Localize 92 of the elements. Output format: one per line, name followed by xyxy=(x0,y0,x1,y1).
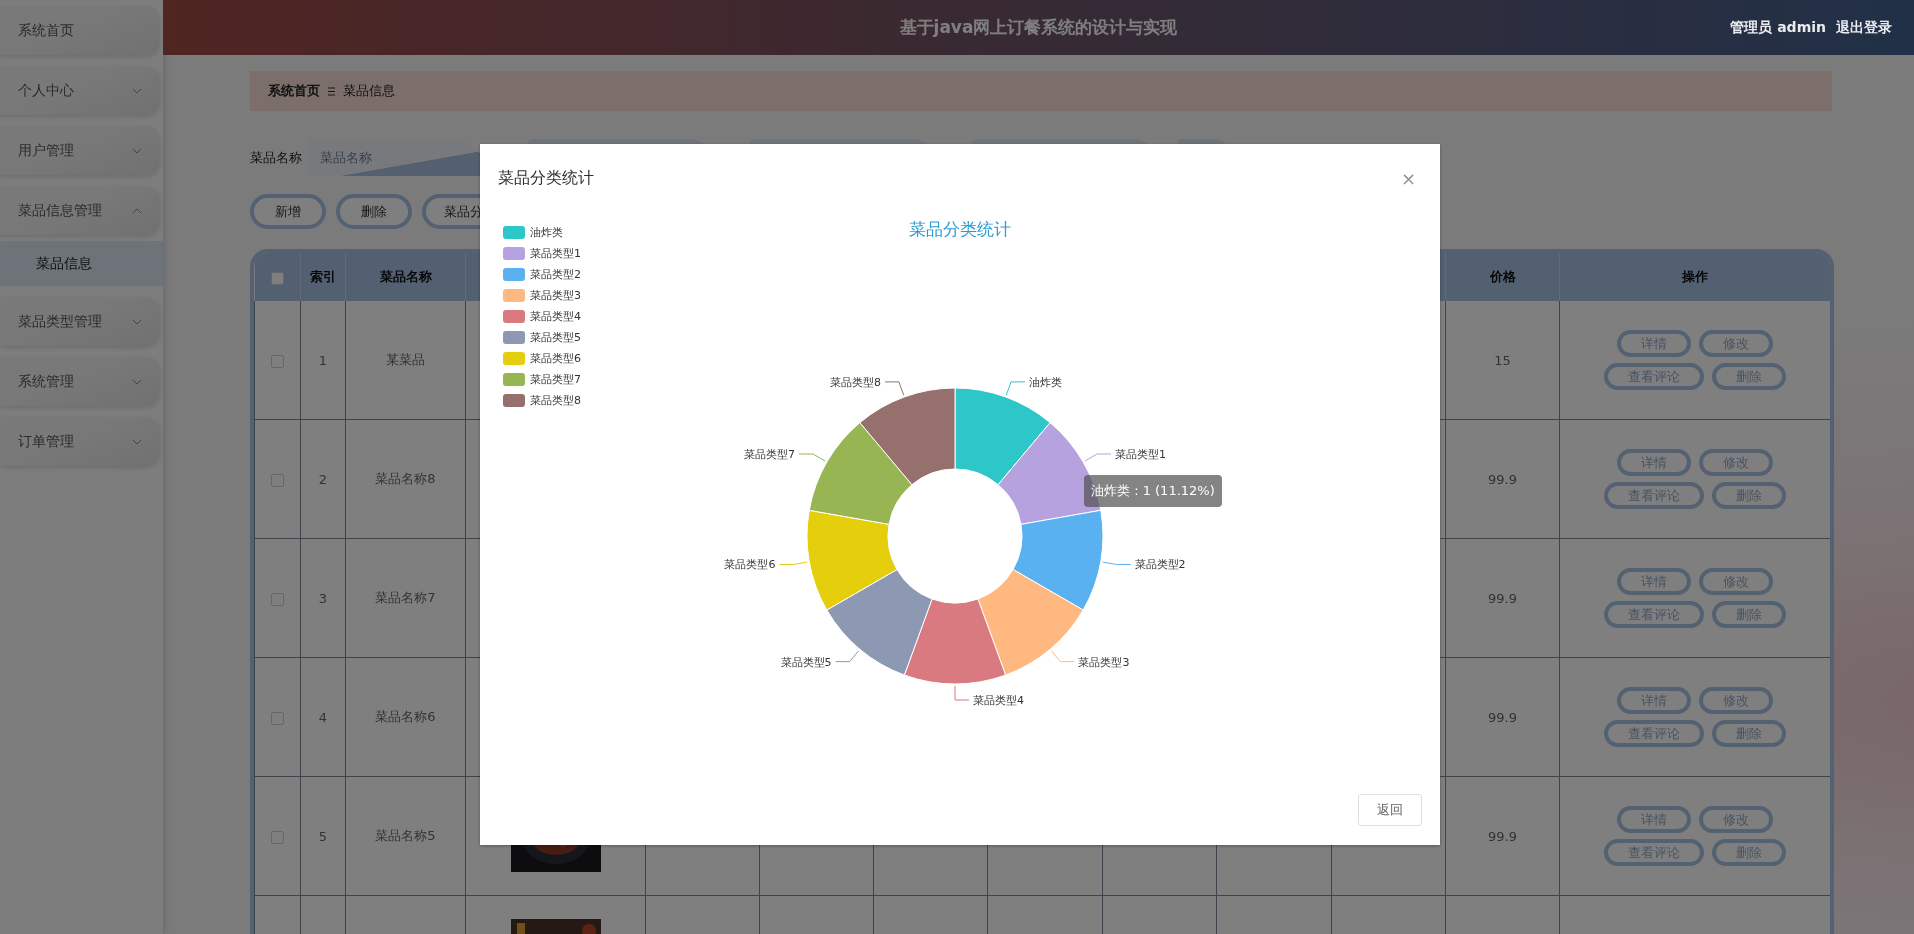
legend-label[interactable]: 菜品类型8 xyxy=(530,392,581,408)
sidebar-label: 系统首页 xyxy=(18,21,74,40)
row-action-button[interactable]: 修改 xyxy=(1699,806,1773,833)
dish-name: 菜品名称6 xyxy=(375,709,436,724)
dish-name: 某菜品 xyxy=(386,352,425,367)
column-header: 菜品名称 xyxy=(379,269,432,284)
chevron-down-icon xyxy=(132,378,142,385)
legend-label[interactable]: 菜品类型1 xyxy=(530,245,581,261)
price-text: 99.9 xyxy=(1488,709,1517,725)
sidebar-label: 菜品信息管理 xyxy=(18,201,102,220)
index-text: 4 xyxy=(318,709,328,725)
slice-label: 油炸类 xyxy=(1029,375,1063,389)
sidebar-subitem[interactable]: 菜品信息 xyxy=(0,241,163,286)
leader-line xyxy=(1102,561,1131,565)
column-header: 价格 xyxy=(1489,269,1516,284)
row-action-button[interactable]: 修改 xyxy=(1699,449,1773,476)
legend-label[interactable]: 菜品类型7 xyxy=(530,371,581,387)
back-button[interactable]: 返回 xyxy=(1358,794,1422,826)
breadcrumb-item[interactable]: 系统首页 xyxy=(268,82,320,100)
logout-link[interactable]: 退出登录 xyxy=(1836,18,1892,37)
index-text: 1 xyxy=(318,352,328,368)
toolbar-button[interactable]: 删除 xyxy=(336,194,412,229)
row-action-button[interactable]: 修改 xyxy=(1699,687,1773,714)
sidebar-item[interactable]: 菜品类型管理 xyxy=(0,297,160,346)
dish-name: 菜品名称7 xyxy=(375,590,436,605)
row-action-button[interactable]: 修改 xyxy=(1699,330,1773,357)
slice-label: 菜品类型5 xyxy=(780,655,832,669)
legend-label[interactable]: 菜品类型6 xyxy=(530,350,581,366)
row-checkbox[interactable] xyxy=(271,473,284,487)
chevron-down-icon xyxy=(132,438,142,445)
slice-label: 菜品类型2 xyxy=(1134,558,1186,572)
legend-label[interactable]: 菜品类型4 xyxy=(530,308,581,324)
chevron-down-icon xyxy=(132,318,142,325)
leader-line xyxy=(1050,650,1075,663)
price-text: 99.9 xyxy=(1488,471,1517,487)
sidebar-item[interactable]: 用户管理 xyxy=(0,126,160,175)
slice-label: 菜品类型3 xyxy=(1078,655,1130,669)
slice-label: 菜品类型1 xyxy=(1115,448,1167,461)
dialog-title: 菜品分类统计 xyxy=(498,167,594,189)
sidebar-item[interactable]: 个人中心 xyxy=(0,66,160,115)
price-text: 15 xyxy=(1494,352,1511,368)
field-label: 菜品名称 xyxy=(250,148,302,167)
sidebar-label: 菜品类型管理 xyxy=(18,312,102,331)
row-action-button[interactable]: 修改 xyxy=(1699,568,1773,595)
legend-label[interactable]: 菜品类型5 xyxy=(530,329,581,345)
close-button[interactable]: × xyxy=(1398,167,1418,189)
sidebar-item[interactable]: 菜品信息管理 xyxy=(0,186,160,235)
sidebar-item[interactable]: 系统首页 xyxy=(0,6,160,55)
legend-label[interactable]: 油炸类 xyxy=(530,224,563,240)
column-header: 操作 xyxy=(1682,269,1708,284)
sidebar-item[interactable]: 订单管理 xyxy=(0,417,160,466)
leader-line xyxy=(798,453,826,462)
leader-line xyxy=(779,561,808,565)
toolbar-button[interactable]: 新增 xyxy=(250,194,326,229)
slice-label: 菜品类型8 xyxy=(829,375,881,389)
sidebar-label: 订单管理 xyxy=(18,432,74,451)
chart-title: 菜品分类统计 xyxy=(909,218,1011,241)
row-checkbox[interactable] xyxy=(271,711,284,725)
chevron-down-icon xyxy=(132,147,142,154)
sidebar-item[interactable]: 系统管理 xyxy=(0,357,160,406)
legend-label[interactable]: 菜品类型3 xyxy=(530,287,581,303)
dish-name: 菜品名称5 xyxy=(375,828,436,843)
price-text: 99.9 xyxy=(1488,828,1517,844)
row-checkbox[interactable] xyxy=(271,592,284,606)
app-title: 基于java网上订餐系统的设计与实现 xyxy=(899,16,1178,39)
chevron-down-icon xyxy=(132,87,142,94)
user-label: 管理员 admin xyxy=(1730,18,1826,37)
sidebar-label: 个人中心 xyxy=(18,81,74,100)
legend-label[interactable]: 菜品类型2 xyxy=(530,266,581,282)
price-text: 99.9 xyxy=(1488,590,1517,606)
separator-icon xyxy=(328,86,335,96)
breadcrumb-item: 菜品信息 xyxy=(343,82,395,100)
slice-label: 菜品类型7 xyxy=(743,448,795,461)
chart-tooltip: 油炸类 : 1 (11.12%) xyxy=(1084,475,1222,507)
column-header: 索引 xyxy=(310,269,336,284)
slice-label: 菜品类型6 xyxy=(724,558,776,572)
index-text: 3 xyxy=(318,590,328,606)
leader-line xyxy=(954,685,970,701)
sidebar-label: 系统管理 xyxy=(18,372,74,391)
row-checkbox[interactable] xyxy=(271,830,284,844)
leader-line xyxy=(1084,453,1112,462)
slice-label: 菜品类型4 xyxy=(973,694,1024,707)
dish-name: 菜品名称8 xyxy=(375,471,436,486)
leader-line xyxy=(835,650,860,663)
leader-line xyxy=(884,381,905,396)
chevron-up-icon xyxy=(132,207,142,214)
leader-line xyxy=(1005,381,1026,396)
sidebar-label: 用户管理 xyxy=(18,141,74,160)
index-text: 5 xyxy=(318,828,328,844)
select-all-checkbox[interactable] xyxy=(270,271,284,285)
index-text: 2 xyxy=(318,471,328,487)
row-checkbox[interactable] xyxy=(271,354,284,368)
